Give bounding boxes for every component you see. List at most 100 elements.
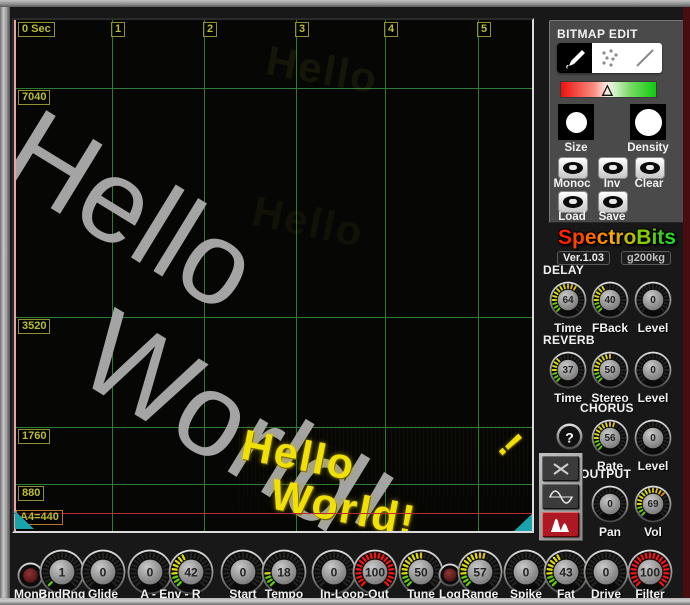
spectrum-icon <box>550 517 572 533</box>
window-frame-top <box>0 0 690 7</box>
spectrum-view-button[interactable] <box>542 512 579 537</box>
time-axis-label: 2 <box>203 22 217 37</box>
knob-value: 100 <box>640 566 660 580</box>
knob-value: 100 <box>365 566 385 580</box>
knob-value: 64 <box>562 295 574 306</box>
brush-size-control[interactable] <box>558 104 594 140</box>
inv-label: Inv <box>598 178 626 190</box>
window-frame-left <box>0 0 10 605</box>
knob-dial: 56 <box>591 419 629 457</box>
output-pan-knob[interactable]: 0 <box>591 485 629 528</box>
bitmap-edit-title: BITMAP EDIT <box>557 27 638 41</box>
knob-value: 43 <box>559 566 573 580</box>
time-axis-label: 4 <box>384 22 398 37</box>
reverb-time-knob[interactable]: 37 <box>549 351 587 394</box>
knob-value: 0 <box>607 499 613 510</box>
knob-dial: 37 <box>549 351 587 389</box>
tool-selector <box>557 43 662 73</box>
clear-button[interactable] <box>635 157 665 179</box>
knob-label: Level <box>623 459 683 473</box>
section-label-output: OUTPUT <box>580 467 631 481</box>
logo-letter: e <box>585 226 597 249</box>
knob-label: Level <box>623 321 683 335</box>
delay-fback-knob[interactable]: 40 <box>591 281 629 324</box>
brush-density-control[interactable] <box>630 104 666 140</box>
line-tool-button[interactable] <box>627 43 662 73</box>
oval-led-icon <box>563 162 583 174</box>
size-label: Size <box>558 142 594 154</box>
save-button[interactable] <box>598 191 628 213</box>
knob-value: 40 <box>604 295 616 306</box>
knob-value: 0 <box>331 566 338 580</box>
clear-view-button[interactable] <box>542 456 579 481</box>
section-label-delay: DELAY <box>543 263 584 277</box>
knob-value: 69 <box>647 499 659 510</box>
knob-value: 0 <box>603 566 610 580</box>
logo-letter: c <box>597 226 609 249</box>
bitmap-edit-panel: BITMAP EDIT △ Size Density Monoc I <box>549 20 685 223</box>
a440-reference-line <box>14 513 532 514</box>
section-label-chorus: CHORUS <box>580 401 634 415</box>
delay-time-knob[interactable]: 64 <box>549 281 587 324</box>
line-icon <box>633 46 657 70</box>
knob-value: 0 <box>100 566 107 580</box>
monoc-label: Monoc <box>551 178 593 190</box>
frequency-axis-label: 880 <box>18 486 44 501</box>
section-label-reverb: REVERB <box>543 333 595 347</box>
svg-text:?: ? <box>565 430 574 446</box>
inv-button[interactable] <box>598 157 628 179</box>
knob-dial: 40 <box>591 281 629 319</box>
delay-level-knob[interactable]: 0 <box>634 281 672 324</box>
knob-value: 0 <box>240 566 247 580</box>
spray-icon <box>598 46 622 70</box>
knob-dial: 0 <box>634 281 672 319</box>
reverb-stereo-knob[interactable]: 50 <box>591 351 629 394</box>
logo-letter: p <box>572 226 585 249</box>
window-edge-strip <box>683 0 690 605</box>
load-button[interactable] <box>558 191 588 213</box>
knob-value: 50 <box>604 365 616 376</box>
help-button[interactable]: ? <box>556 423 583 455</box>
knob-value: 0 <box>650 433 656 444</box>
knob-dial: 0 <box>591 485 629 523</box>
knob-value: 0 <box>650 365 656 376</box>
waveform-view-button[interactable] <box>542 484 579 509</box>
question-icon: ? <box>556 423 583 450</box>
faint-ghost-text: Hello <box>263 37 382 104</box>
clear-label: Clear <box>629 178 669 190</box>
oval-led-icon <box>603 196 623 208</box>
time-axis-label: 0 Sec <box>18 22 55 37</box>
logo-letter: o <box>623 226 636 249</box>
reverb-level-knob[interactable]: 0 <box>634 351 672 394</box>
gradient-marker-icon[interactable]: △ <box>602 81 613 97</box>
spray-tool-button[interactable] <box>592 43 627 73</box>
logo-letter: B <box>636 226 651 249</box>
time-axis-label: 1 <box>111 22 125 37</box>
author-badge: g200kg <box>621 251 671 265</box>
oval-led-icon <box>563 196 583 208</box>
frequency-axis-label: 1760 <box>18 429 50 444</box>
knob-value: 1 <box>59 566 66 580</box>
load-label: Load <box>554 211 590 223</box>
oval-led-icon <box>640 162 660 174</box>
output-vol-knob[interactable]: 69 <box>634 485 672 528</box>
sine-wave-icon <box>549 489 573 505</box>
knob-value: 0 <box>650 295 656 306</box>
monoc-button[interactable] <box>558 157 588 179</box>
pen-tool-button[interactable] <box>557 43 592 73</box>
intensity-gradient-slider[interactable]: △ <box>560 81 657 98</box>
knob-dial: 0 <box>634 351 672 389</box>
save-label: Save <box>594 211 630 223</box>
knob-dial: 50 <box>591 351 629 389</box>
playback-cursor[interactable] <box>14 20 16 531</box>
knob-value: 42 <box>184 566 198 580</box>
window-frame-bottom <box>0 598 690 605</box>
density-dot-icon <box>635 109 662 136</box>
pen-icon <box>563 46 587 70</box>
spectrogram-canvas[interactable]: Hello World! Hello Hello Hello World! ! … <box>12 18 534 533</box>
knob-value: 0 <box>523 566 530 580</box>
logo-letter: s <box>664 226 676 249</box>
chorus-level-knob[interactable]: 0 <box>634 419 672 462</box>
chorus-rate-knob[interactable]: 56 <box>591 419 629 462</box>
knob-value: 18 <box>277 566 291 580</box>
